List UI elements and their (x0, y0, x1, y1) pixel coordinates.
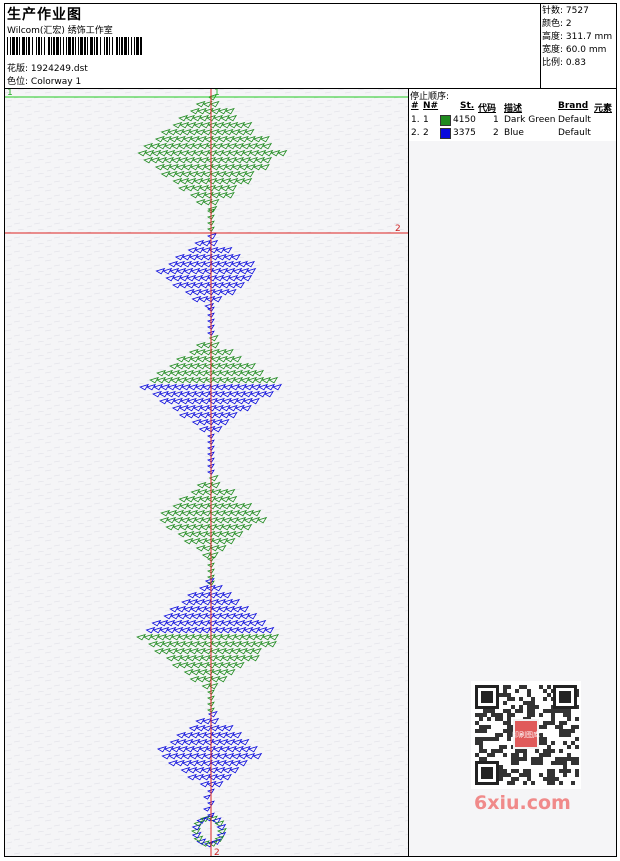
marker-2-bottom: 2 (214, 848, 220, 856)
marker-2-right: 2 (395, 224, 401, 234)
col-header-needle: N# (423, 101, 439, 111)
col-header-code: 代码 (478, 104, 497, 114)
embroidery-design: 1 1 2 2 (5, 89, 408, 856)
qr-code-image: 印刷图库 (471, 681, 581, 789)
stat-stitches: 针数: 7527 (542, 6, 589, 16)
colorway-label: 色位: (7, 77, 29, 87)
watermark-logo: 6xiu.com (474, 792, 571, 814)
colorway-line: 色位: Colorway 1 (7, 74, 81, 87)
col-header-element: 元素 (594, 104, 613, 114)
studio-name: Wilcom(汇宏) 绣饰工作室 (7, 26, 113, 36)
marker-1-center: 1 (214, 89, 220, 98)
stats-divider (540, 3, 541, 89)
col-header-stitches: St. (460, 101, 475, 111)
svg-text:印刷图库: 印刷图库 (512, 730, 540, 739)
design-stats: 针数: 7527 颜色: 2 高度: 311.7 mm 宽度: 60.0 mm … (542, 5, 612, 70)
color-swatch-dark-green (440, 115, 451, 126)
stat-height: 高度: 311.7 mm (542, 32, 613, 42)
stat-colors: 颜色: 2 (542, 19, 572, 29)
marker-1-left: 1 (7, 89, 13, 98)
color-swatch-blue (440, 128, 451, 139)
barcode-image (7, 37, 142, 55)
page-title: 生产作业图 (7, 7, 82, 23)
design-canvas[interactable]: 1 1 2 2 (5, 89, 408, 856)
col-header-desc: 描述 (504, 104, 523, 114)
col-header-brand: Brand (558, 101, 589, 111)
colorway-name: Colorway 1 (30, 77, 82, 87)
stat-width: 宽度: 60.0 mm (542, 45, 607, 55)
design-file-line: 花版: 1924249.dst (7, 61, 88, 74)
col-header-num: # (411, 101, 419, 111)
design-file-name: 1924249.dst (30, 64, 88, 74)
design-label: 花版: (7, 64, 29, 74)
stat-scale: 比例: 0.83 (542, 58, 586, 68)
